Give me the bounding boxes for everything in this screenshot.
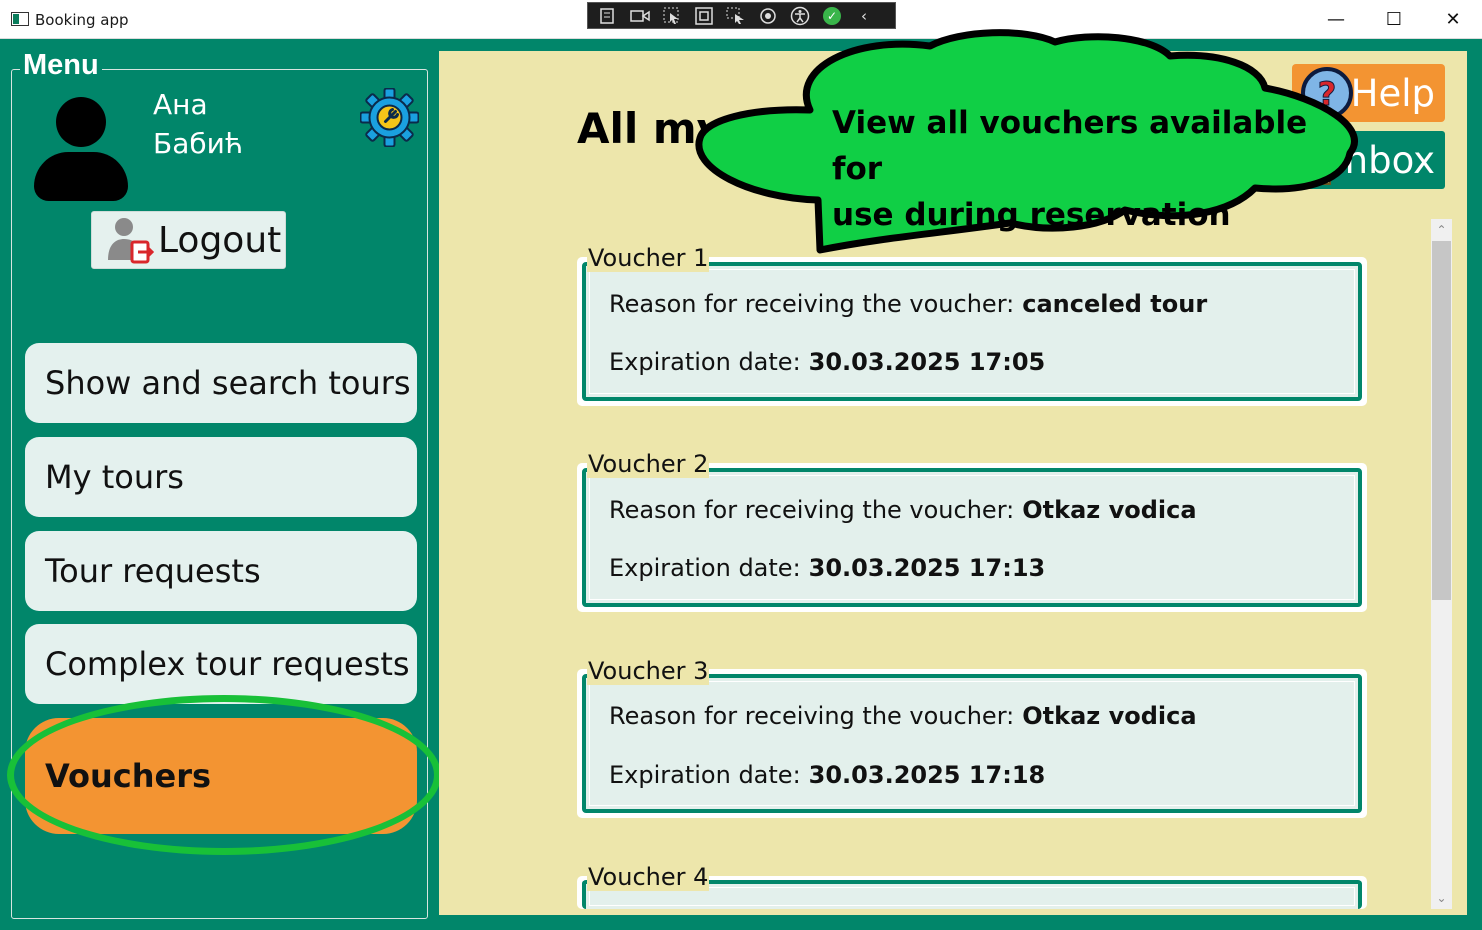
voucher-reason-line: Reason for receiving the voucher: Otkaz v…	[609, 496, 1197, 524]
nav-show-and-search-tours[interactable]: Show and search tours	[25, 343, 417, 423]
voucher-card-frame	[582, 468, 1362, 607]
voucher-expiration-label: Expiration date:	[609, 761, 801, 789]
voucher-card-frame	[582, 262, 1362, 401]
scroll-down-arrow-icon[interactable]: ⌄	[1431, 887, 1452, 909]
voucher-reason-value: Otkaz vodica	[1022, 702, 1197, 730]
voucher-expiration-line: Expiration date: 30.03.2025 17:18	[609, 761, 1045, 789]
nav-vouchers[interactable]: Vouchers	[25, 718, 417, 834]
user-last-name: Бабић	[153, 127, 244, 160]
window-title: Booking app	[35, 11, 129, 29]
voucher-title: Voucher 3	[587, 657, 710, 685]
voucher-expiration-value: 30.03.2025 17:05	[808, 348, 1046, 376]
voucher-reason-value: canceled tour	[1022, 290, 1208, 318]
check-mark: ✓	[823, 6, 841, 25]
logout-icon	[102, 214, 155, 266]
voucher-title: Voucher 4	[587, 863, 710, 891]
voucher-expiration-line: Expiration date: 30.03.2025 17:13	[609, 554, 1045, 582]
check-icon[interactable]: ✓	[818, 5, 846, 27]
callout-line-1: View all vouchers available for	[832, 105, 1308, 187]
voucher-reason-value: Otkaz vodica	[1022, 496, 1197, 524]
scroll-thumb[interactable]	[1432, 241, 1451, 600]
maximize-button[interactable]: ☐	[1365, 0, 1423, 39]
display-layout-adorners-icon[interactable]	[690, 5, 718, 27]
live-visual-tree-icon[interactable]	[594, 5, 622, 27]
voucher-reason-line: Reason for receiving the voucher: cancele…	[609, 290, 1207, 318]
user-first-name: Ана	[153, 88, 208, 121]
voucher-expiration-value: 30.03.2025 17:13	[808, 554, 1046, 582]
callout-text: View all vouchers available for use duri…	[832, 100, 1332, 238]
track-focus-icon[interactable]	[722, 5, 750, 27]
voucher-expiration-value: 30.03.2025 17:18	[808, 761, 1046, 789]
voucher-expiration-label: Expiration date:	[609, 554, 801, 582]
voucher-expiration-line: Expiration date: 30.03.2025 17:05	[609, 348, 1045, 376]
nav-complex-tour-requests[interactable]: Complex tour requests	[25, 624, 417, 704]
binding-failures-icon[interactable]	[754, 5, 782, 27]
debug-toolbar: ✓ ‹	[587, 2, 896, 29]
voucher-reason-label: Reason for receiving the voucher:	[609, 496, 1015, 524]
logout-label: Logout	[158, 219, 282, 261]
voucher-reason-label: Reason for receiving the voucher:	[609, 702, 1015, 730]
record-icon[interactable]	[626, 5, 654, 27]
avatar-icon	[34, 97, 128, 201]
voucher-reason-label: Reason for receiving the voucher:	[609, 290, 1015, 318]
app-icon	[11, 12, 29, 26]
voucher-title: Voucher 2	[587, 450, 710, 478]
settings-gear-icon[interactable]	[359, 87, 420, 148]
menu-title: Menu	[20, 49, 102, 82]
callout-line-2: use during reservation	[832, 197, 1231, 233]
voucher-reason-line: Reason for receiving the voucher: Otkaz v…	[609, 702, 1197, 730]
accessibility-icon[interactable]	[786, 5, 814, 27]
collapse-icon[interactable]: ‹	[850, 5, 878, 27]
scroll-up-arrow-icon[interactable]: ⌃	[1431, 219, 1452, 241]
voucher-expiration-label: Expiration date:	[609, 348, 801, 376]
nav-my-tours[interactable]: My tours	[25, 437, 417, 517]
select-element-icon[interactable]	[658, 5, 686, 27]
voucher-card-frame	[582, 674, 1362, 813]
nav-tour-requests[interactable]: Tour requests	[25, 531, 417, 611]
close-button[interactable]: ✕	[1424, 0, 1482, 39]
logout-button[interactable]: Logout	[91, 211, 286, 269]
